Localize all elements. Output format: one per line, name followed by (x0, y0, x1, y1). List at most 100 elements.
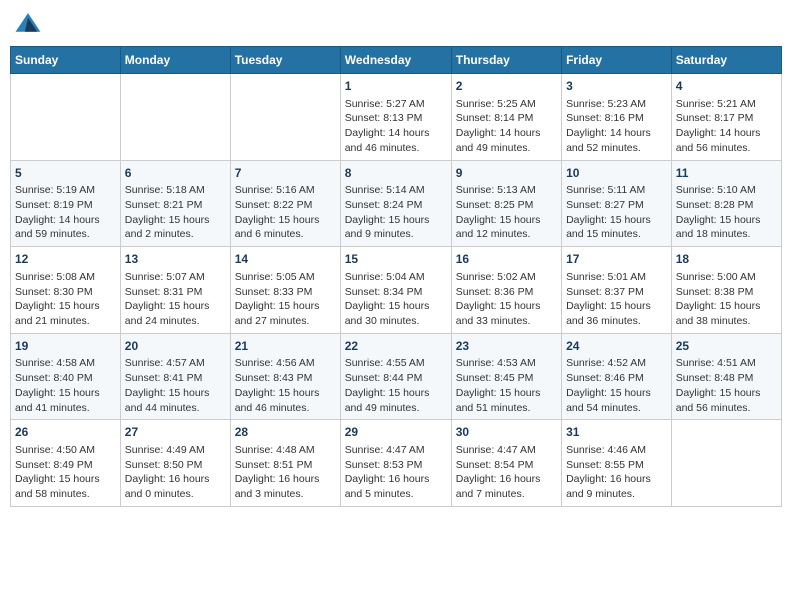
cell-line: Sunset: 8:40 PM (15, 371, 116, 386)
cell-line: and 36 minutes. (566, 314, 667, 329)
cell-line: Daylight: 15 hours (125, 386, 226, 401)
calendar-cell: 21Sunrise: 4:56 AMSunset: 8:43 PMDayligh… (230, 333, 340, 420)
cell-line: and 7 minutes. (456, 487, 557, 502)
cell-line: Sunrise: 4:53 AM (456, 356, 557, 371)
cell-line: Sunrise: 5:07 AM (125, 270, 226, 285)
calendar-cell: 15Sunrise: 5:04 AMSunset: 8:34 PMDayligh… (340, 247, 451, 334)
calendar-cell: 14Sunrise: 5:05 AMSunset: 8:33 PMDayligh… (230, 247, 340, 334)
cell-line: and 27 minutes. (235, 314, 336, 329)
weekday-header-thursday: Thursday (451, 47, 561, 74)
cell-line: Sunrise: 4:55 AM (345, 356, 447, 371)
cell-line: Daylight: 15 hours (456, 299, 557, 314)
day-number: 31 (566, 424, 667, 441)
cell-line: Daylight: 15 hours (15, 472, 116, 487)
day-number: 7 (235, 165, 336, 182)
day-number: 24 (566, 338, 667, 355)
day-number: 5 (15, 165, 116, 182)
cell-line: Sunset: 8:41 PM (125, 371, 226, 386)
cell-line: Sunset: 8:16 PM (566, 111, 667, 126)
cell-line: Daylight: 14 hours (456, 126, 557, 141)
day-number: 2 (456, 78, 557, 95)
cell-line: Sunset: 8:17 PM (676, 111, 777, 126)
cell-line: and 21 minutes. (15, 314, 116, 329)
day-number: 25 (676, 338, 777, 355)
cell-line: Daylight: 15 hours (345, 386, 447, 401)
cell-line: Daylight: 16 hours (566, 472, 667, 487)
cell-line: and 0 minutes. (125, 487, 226, 502)
cell-line: and 12 minutes. (456, 227, 557, 242)
cell-line: Daylight: 16 hours (125, 472, 226, 487)
weekday-header-tuesday: Tuesday (230, 47, 340, 74)
cell-line: and 33 minutes. (456, 314, 557, 329)
calendar-week-3: 12Sunrise: 5:08 AMSunset: 8:30 PMDayligh… (11, 247, 782, 334)
cell-line: and 30 minutes. (345, 314, 447, 329)
cell-line: and 6 minutes. (235, 227, 336, 242)
calendar-week-1: 1Sunrise: 5:27 AMSunset: 8:13 PMDaylight… (11, 74, 782, 161)
page-header (10, 10, 782, 38)
cell-line: Sunset: 8:13 PM (345, 111, 447, 126)
calendar-cell: 16Sunrise: 5:02 AMSunset: 8:36 PMDayligh… (451, 247, 561, 334)
cell-line: and 5 minutes. (345, 487, 447, 502)
cell-line: Sunset: 8:24 PM (345, 198, 447, 213)
day-number: 11 (676, 165, 777, 182)
cell-line: and 9 minutes. (566, 487, 667, 502)
cell-line: Sunset: 8:49 PM (15, 458, 116, 473)
calendar-cell: 7Sunrise: 5:16 AMSunset: 8:22 PMDaylight… (230, 160, 340, 247)
cell-line: Sunrise: 4:47 AM (345, 443, 447, 458)
calendar-header: SundayMondayTuesdayWednesdayThursdayFrid… (11, 47, 782, 74)
cell-line: Daylight: 15 hours (235, 213, 336, 228)
cell-line: Sunrise: 4:49 AM (125, 443, 226, 458)
calendar-cell: 2Sunrise: 5:25 AMSunset: 8:14 PMDaylight… (451, 74, 561, 161)
cell-line: Daylight: 15 hours (125, 299, 226, 314)
calendar-cell: 4Sunrise: 5:21 AMSunset: 8:17 PMDaylight… (671, 74, 781, 161)
cell-line: Sunset: 8:48 PM (676, 371, 777, 386)
cell-line: Daylight: 14 hours (345, 126, 447, 141)
calendar-week-4: 19Sunrise: 4:58 AMSunset: 8:40 PMDayligh… (11, 333, 782, 420)
cell-line: and 3 minutes. (235, 487, 336, 502)
day-number: 16 (456, 251, 557, 268)
cell-line: Sunset: 8:21 PM (125, 198, 226, 213)
cell-line: Sunrise: 5:27 AM (345, 97, 447, 112)
cell-line: Daylight: 15 hours (15, 299, 116, 314)
cell-line: Sunrise: 5:08 AM (15, 270, 116, 285)
calendar-cell (230, 74, 340, 161)
day-number: 13 (125, 251, 226, 268)
cell-line: Daylight: 15 hours (345, 213, 447, 228)
cell-line: Sunset: 8:31 PM (125, 285, 226, 300)
cell-line: Daylight: 15 hours (15, 386, 116, 401)
cell-line: and 56 minutes. (676, 141, 777, 156)
cell-line: Sunrise: 5:10 AM (676, 183, 777, 198)
weekday-header-sunday: Sunday (11, 47, 121, 74)
cell-line: Daylight: 15 hours (566, 299, 667, 314)
weekday-header-monday: Monday (120, 47, 230, 74)
cell-line: Daylight: 15 hours (676, 386, 777, 401)
day-number: 20 (125, 338, 226, 355)
cell-line: Sunrise: 5:18 AM (125, 183, 226, 198)
cell-line: and 56 minutes. (676, 401, 777, 416)
cell-line: and 49 minutes. (456, 141, 557, 156)
day-number: 12 (15, 251, 116, 268)
calendar-cell: 27Sunrise: 4:49 AMSunset: 8:50 PMDayligh… (120, 420, 230, 507)
day-number: 23 (456, 338, 557, 355)
cell-line: Sunrise: 5:11 AM (566, 183, 667, 198)
cell-line: Sunset: 8:27 PM (566, 198, 667, 213)
cell-line: and 52 minutes. (566, 141, 667, 156)
cell-line: Daylight: 15 hours (125, 213, 226, 228)
cell-line: Sunset: 8:38 PM (676, 285, 777, 300)
cell-line: Daylight: 15 hours (235, 386, 336, 401)
cell-line: Sunrise: 5:02 AM (456, 270, 557, 285)
calendar-cell: 24Sunrise: 4:52 AMSunset: 8:46 PMDayligh… (562, 333, 672, 420)
cell-line: and 18 minutes. (676, 227, 777, 242)
cell-line: Sunset: 8:25 PM (456, 198, 557, 213)
day-number: 18 (676, 251, 777, 268)
calendar-cell: 31Sunrise: 4:46 AMSunset: 8:55 PMDayligh… (562, 420, 672, 507)
day-number: 22 (345, 338, 447, 355)
calendar-cell: 26Sunrise: 4:50 AMSunset: 8:49 PMDayligh… (11, 420, 121, 507)
cell-line: and 59 minutes. (15, 227, 116, 242)
day-number: 10 (566, 165, 667, 182)
calendar-cell: 17Sunrise: 5:01 AMSunset: 8:37 PMDayligh… (562, 247, 672, 334)
cell-line: Daylight: 15 hours (676, 213, 777, 228)
day-number: 21 (235, 338, 336, 355)
cell-line: Sunrise: 5:00 AM (676, 270, 777, 285)
cell-line: Sunset: 8:54 PM (456, 458, 557, 473)
